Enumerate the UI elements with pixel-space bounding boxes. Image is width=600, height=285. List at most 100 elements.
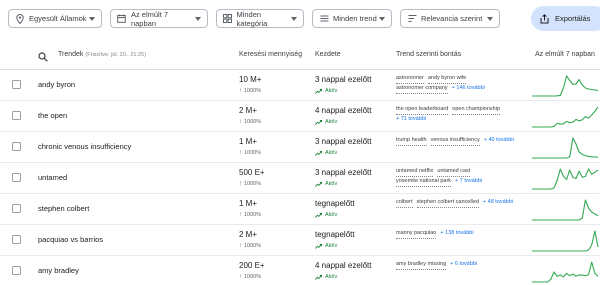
more-link[interactable]: + 48 további <box>483 199 513 205</box>
more-link[interactable]: + 7 további <box>455 178 482 184</box>
share-icon <box>540 13 550 24</box>
search-volume: 1 M+ <box>239 137 258 146</box>
breakdown-tag[interactable]: open championship <box>452 105 500 115</box>
started-time: 3 nappal ezelőtt <box>315 168 372 177</box>
search-icon[interactable] <box>38 49 48 62</box>
filter-trend-label: Minden trend <box>333 14 377 23</box>
breakdown-tag[interactable]: stephen colbert cancelled <box>416 198 479 208</box>
status-badge: Aktív <box>315 274 337 280</box>
started-time: tegnapelőtt <box>315 230 355 239</box>
updated-time: (Frissítve: júl. 20., 21:25) <box>85 52 146 58</box>
table-row[interactable]: the open 2 M+ ↑ 1000% 4 nappal ezelőtt A… <box>0 101 600 132</box>
row-checkbox[interactable] <box>12 204 21 213</box>
tune-icon <box>319 14 329 24</box>
breakdown-tag[interactable]: amy bradley missing <box>396 260 447 270</box>
started-time: 4 nappal ezelőtt <box>315 106 372 115</box>
trending-up-icon <box>315 212 322 218</box>
arrow-up-icon: ↑ <box>239 181 242 187</box>
row-checkbox[interactable] <box>12 235 21 244</box>
chevron-down-icon <box>379 16 385 21</box>
sparkline-chart <box>532 261 599 283</box>
breakdown-tag[interactable]: untamed cast <box>437 167 471 177</box>
export-button[interactable]: Exportálás <box>531 6 600 31</box>
filter-trend[interactable]: Minden trend <box>312 9 392 28</box>
row-checkbox[interactable] <box>12 111 21 120</box>
trend-term[interactable]: the open <box>38 111 67 120</box>
table-row[interactable]: untamed 500 E+ ↑ 1000% 3 nappal ezelőtt … <box>0 163 600 194</box>
table-row[interactable]: stephen colbert 1 M+ ↑ 1000% tegnapelőtt… <box>0 194 600 225</box>
status-badge: Aktív <box>315 243 337 249</box>
breakdown-tag[interactable]: manny pacquiao <box>396 229 437 239</box>
status-label: Aktív <box>325 274 338 280</box>
filter-time[interactable]: Az elmúlt 7 napban <box>110 9 208 28</box>
filter-sort[interactable]: Relevancia szerint <box>400 9 500 28</box>
more-link[interactable]: + 6 további <box>450 261 477 267</box>
sort-icon <box>407 14 417 24</box>
sparkline <box>532 106 599 128</box>
breakdown-tag[interactable]: astronomer company <box>396 84 448 94</box>
trending-up-icon <box>315 88 322 94</box>
table-row[interactable]: andy byron 10 M+ ↑ 1000% 3 nappal ezelőt… <box>0 70 600 101</box>
started-time: 3 nappal ezelőtt <box>315 137 372 146</box>
sparkline <box>532 75 599 97</box>
column-volume[interactable]: Keresési mennyiség <box>239 51 302 58</box>
search-volume: 1 M+ <box>239 199 258 208</box>
search-volume: 10 M+ <box>239 75 262 84</box>
more-link[interactable]: + 138 további <box>440 230 473 236</box>
chevron-down-icon <box>195 16 201 21</box>
export-label: Exportálás <box>555 14 591 23</box>
trending-up-icon <box>315 274 322 280</box>
breakdown-tag[interactable]: untamed netflix <box>396 167 434 177</box>
trend-breakdown: astronomer andy byron wifeastronomer comp… <box>396 74 526 94</box>
trend-breakdown: amy bradley missing + 6 további <box>396 260 526 270</box>
trend-term[interactable]: stephen colbert <box>38 204 89 213</box>
search-volume: 200 E+ <box>239 261 265 270</box>
trend-term[interactable]: andy byron <box>38 80 75 89</box>
volume-change-value: 1000% <box>244 119 262 125</box>
breakdown-tag[interactable]: astronomer <box>396 74 424 84</box>
column-trends[interactable]: Trendek (Frissítve: júl. 20., 21:25) <box>58 51 146 58</box>
trend-breakdown: trump health venous insufficiency + 40 tov… <box>396 136 526 146</box>
status-label: Aktív <box>325 150 338 156</box>
more-link[interactable]: + 40 további <box>484 137 514 143</box>
trend-term[interactable]: amy bradley <box>38 266 79 275</box>
status-badge: Aktív <box>315 150 337 156</box>
row-checkbox[interactable] <box>12 266 21 275</box>
filter-category[interactable]: Minden kategória <box>216 9 304 28</box>
filter-location[interactable]: Egyesült Államok <box>8 9 102 28</box>
arrow-up-icon: ↑ <box>239 212 242 218</box>
chevron-down-icon <box>487 16 493 21</box>
breakdown-tag[interactable]: colbert <box>396 198 413 208</box>
breakdown-tag[interactable]: andy byron wife <box>427 74 467 84</box>
column-trends-label: Trendek <box>58 51 84 58</box>
row-checkbox[interactable] <box>12 80 21 89</box>
more-link[interactable]: + 146 további <box>452 85 485 91</box>
more-link[interactable]: + 71 további <box>396 116 426 122</box>
breakdown-tag[interactable]: yosemite national park <box>396 177 452 187</box>
status-label: Aktív <box>325 212 338 218</box>
row-checkbox[interactable] <box>12 173 21 182</box>
breakdown-tag[interactable]: venous insufficiency <box>430 136 480 146</box>
status-badge: Aktív <box>315 119 337 125</box>
sparkline-chart <box>532 75 599 97</box>
trend-breakdown: the open leaderboard open championship + 7… <box>396 105 526 124</box>
trend-term[interactable]: pacquiao vs barrios <box>38 235 103 244</box>
column-started[interactable]: Kezdete <box>315 51 341 58</box>
breakdown-tag[interactable]: the open leaderboard <box>396 105 449 115</box>
status-label: Aktív <box>325 243 338 249</box>
trend-term[interactable]: untamed <box>38 173 67 182</box>
volume-change-value: 1000% <box>244 212 262 218</box>
table-row[interactable]: chronic venous insufficiency 1 M+ ↑ 1000… <box>0 132 600 163</box>
breakdown-tag[interactable]: trump health <box>396 136 427 146</box>
volume-change-value: 1000% <box>244 274 262 280</box>
trend-breakdown: colbert stephen colbert cancelled + 48 tov… <box>396 198 526 208</box>
sparkline-chart <box>532 168 599 190</box>
row-checkbox[interactable] <box>12 142 21 151</box>
volume-change: ↑ 1000% <box>239 88 261 94</box>
trend-term[interactable]: chronic venous insufficiency <box>38 142 131 151</box>
status-badge: Aktív <box>315 212 337 218</box>
table-row[interactable]: pacquiao vs barrios 2 M+ ↑ 1000% tegnape… <box>0 225 600 256</box>
filter-time-label: Az elmúlt 7 napban <box>130 9 169 28</box>
status-label: Aktív <box>325 88 338 94</box>
table-row[interactable]: amy bradley 200 E+ ↑ 1000% 4 nappal ezel… <box>0 256 600 285</box>
